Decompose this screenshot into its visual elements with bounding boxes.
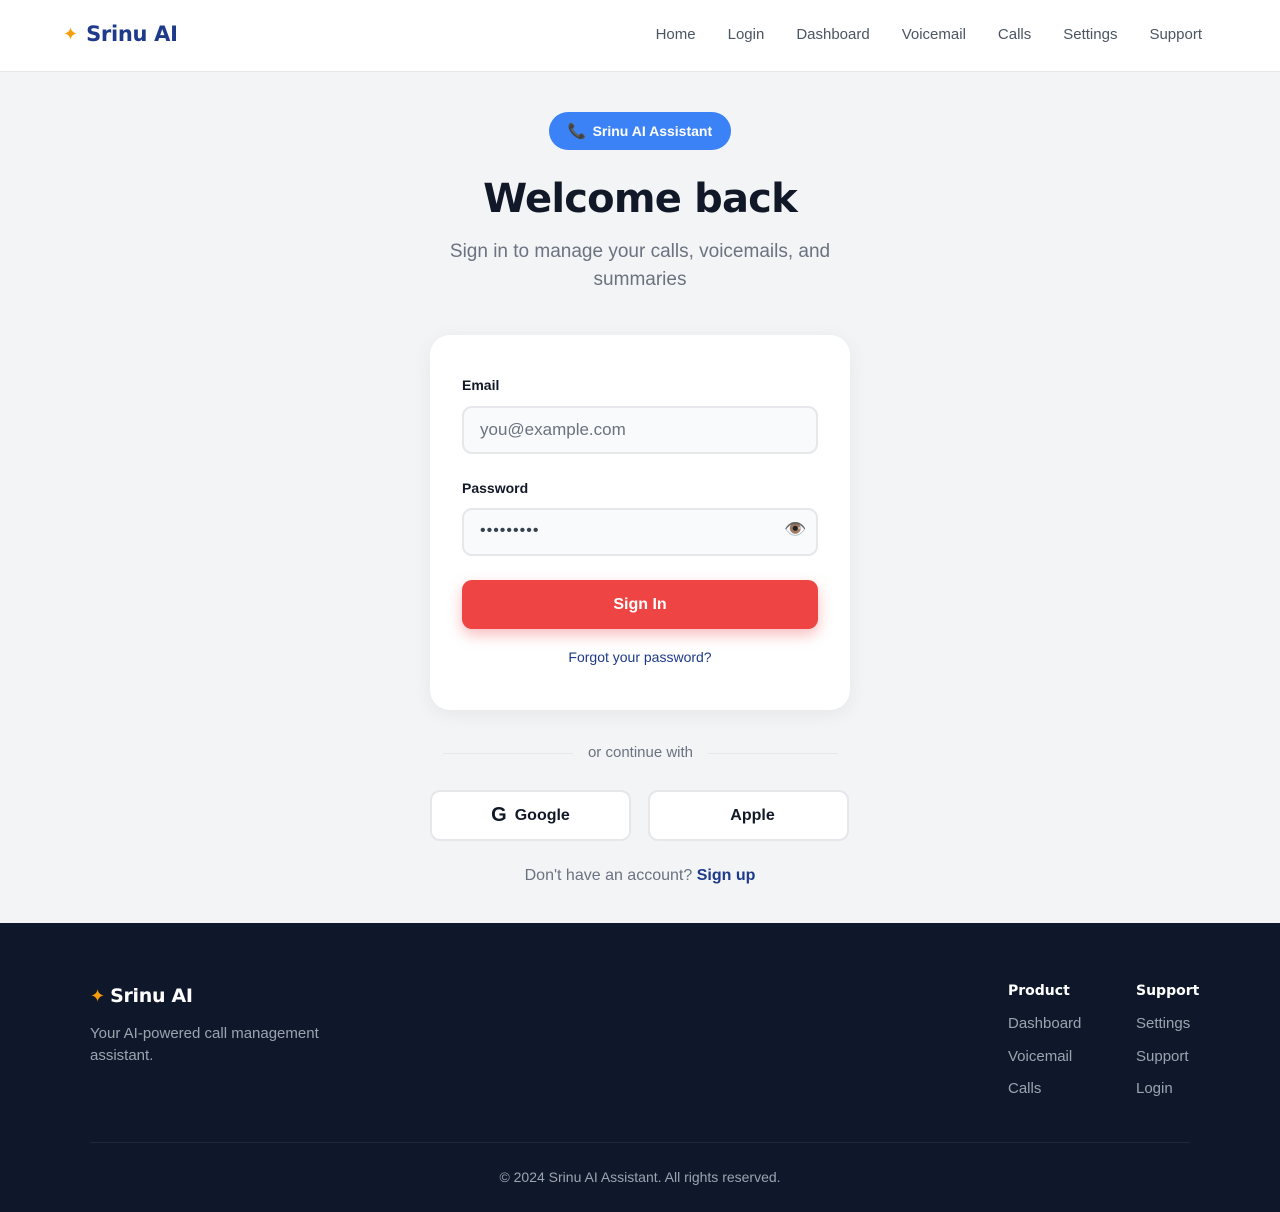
divider-text: or continue with [587, 744, 694, 761]
nav-login[interactable]: Login [728, 26, 765, 43]
apple-label: Apple [730, 806, 775, 824]
badge-label: Srinu AI Assistant [592, 123, 713, 139]
email-label: Email [462, 377, 500, 393]
sparkle-icon: ✦ [63, 24, 79, 44]
brand-name: Srinu AI [86, 22, 178, 46]
footer-column-title: Support [1136, 983, 1200, 999]
footer-divider [90, 1142, 1190, 1143]
footer-tagline: Your AI-powered call management assistan… [90, 1025, 319, 1064]
nav-calls[interactable]: Calls [998, 26, 1031, 43]
sign-up-link[interactable]: Sign up [697, 867, 756, 884]
footer-brand-name: Srinu AI [110, 985, 193, 1007]
nav-support[interactable]: Support [1149, 26, 1202, 43]
assistant-badge: 📞 Srinu AI Assistant [549, 112, 731, 150]
page-subtitle: Sign in to manage your calls, voicemails… [449, 241, 831, 290]
footer-link-voicemail[interactable]: Voicemail [1008, 1048, 1081, 1081]
apple-button[interactable]: Apple [648, 790, 849, 841]
forgot-password-link[interactable]: Forgot your password? [430, 649, 850, 665]
google-label: Google [514, 806, 570, 824]
nav-voicemail[interactable]: Voicemail [902, 26, 966, 43]
footer-column-support: Support Settings Support Login [1136, 983, 1199, 1113]
footer-link-dashboard[interactable]: Dashboard [1008, 1015, 1081, 1048]
nav-settings[interactable]: Settings [1063, 26, 1117, 43]
nav-home[interactable]: Home [656, 26, 696, 43]
footer-link-settings[interactable]: Settings [1136, 1015, 1199, 1048]
phone-icon: 📞 [567, 123, 587, 140]
footer-column-title: Product [1008, 983, 1070, 999]
footer-link-calls[interactable]: Calls [1008, 1080, 1081, 1113]
signup-prompt: Don't have an account? [524, 867, 693, 884]
google-button[interactable]: G Google [430, 790, 631, 841]
social-divider: or continue with [443, 744, 838, 764]
page-title: Welcome back [483, 176, 798, 222]
footer-copyright: © 2024 Srinu AI Assistant. All rights re… [499, 1169, 781, 1185]
footer-link-login[interactable]: Login [1136, 1080, 1199, 1113]
footer-column-product: Product Dashboard Voicemail Calls [1008, 983, 1081, 1113]
footer-brand: ✦ Srinu AI [90, 985, 193, 1007]
login-card: Email Password ••••••••• 👁️ Sign In Forg… [430, 335, 850, 710]
site-footer: ✦ Srinu AI Your AI-powered call manageme… [0, 923, 1280, 1212]
sparkle-icon: ✦ [90, 986, 106, 1006]
signup-row: Don't have an account? Sign up [0, 867, 1280, 885]
brand-logo[interactable]: ✦ Srinu AI [63, 22, 178, 46]
password-label: Password [462, 480, 529, 496]
password-value: ••••••••• [480, 522, 540, 539]
main-nav: Home Login Dashboard Voicemail Calls Set… [656, 26, 1202, 43]
footer-link-support[interactable]: Support [1136, 1048, 1199, 1081]
nav-dashboard[interactable]: Dashboard [796, 26, 869, 43]
email-field[interactable] [462, 406, 818, 454]
google-icon: G [491, 804, 507, 826]
eye-icon[interactable]: 👁️ [784, 519, 806, 540]
sign-in-button[interactable]: Sign In [462, 580, 818, 629]
top-header: ✦ Srinu AI Home Login Dashboard Voicemai… [0, 0, 1280, 72]
